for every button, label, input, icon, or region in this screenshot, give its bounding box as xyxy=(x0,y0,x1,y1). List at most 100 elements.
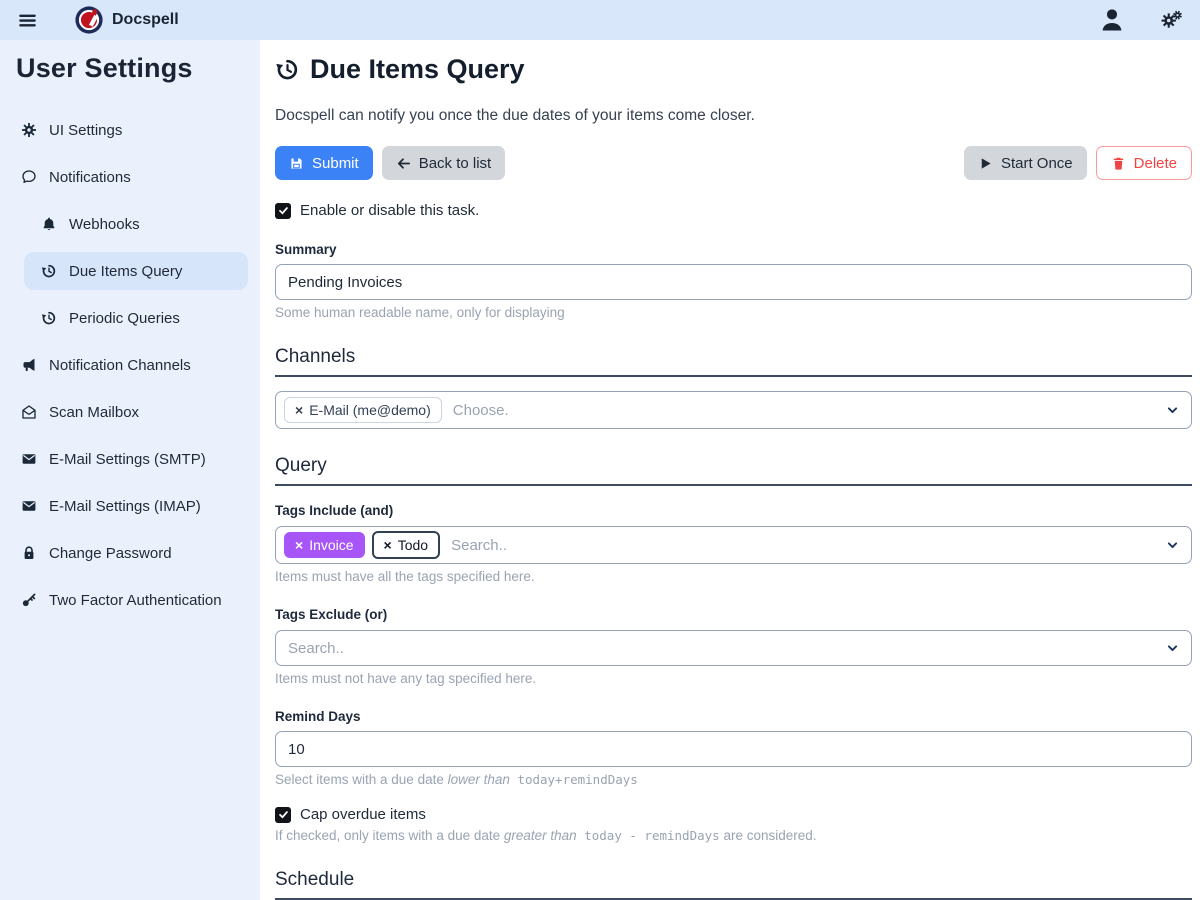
brand-name: Docspell xyxy=(112,11,179,29)
sidebar-item-two-factor-auth[interactable]: Two Factor Authentication xyxy=(0,581,248,619)
remove-chip-icon[interactable]: × xyxy=(295,537,303,553)
sidebar-item-label: Notifications xyxy=(49,169,131,186)
remind-days-label: Remind Days xyxy=(275,709,1192,724)
summary-label: Summary xyxy=(275,242,1192,257)
bell-icon xyxy=(40,215,58,233)
tags-include-helper: Items must have all the tags specified h… xyxy=(275,569,1192,584)
main-content: Due Items Query Docspell can notify you … xyxy=(260,40,1200,900)
sidebar-item-due-items-query[interactable]: Due Items Query xyxy=(24,252,248,290)
delete-button[interactable]: Delete xyxy=(1096,146,1192,180)
tags-exclude-select[interactable]: Search.. xyxy=(275,630,1192,666)
cap-overdue-label: Cap overdue items xyxy=(300,806,426,823)
tag-chip-todo[interactable]: × Todo xyxy=(372,531,441,559)
schedule-section-title: Schedule xyxy=(275,869,1192,900)
channel-chip[interactable]: × E-Mail (me@demo) xyxy=(284,397,442,423)
tags-exclude-helper: Items must not have any tag specified he… xyxy=(275,671,1192,686)
sidebar-item-email-settings-imap[interactable]: E-Mail Settings (IMAP) xyxy=(0,487,248,525)
lock-icon xyxy=(20,544,38,562)
enable-task-label: Enable or disable this task. xyxy=(300,202,479,219)
channels-select[interactable]: × E-Mail (me@demo) Choose. xyxy=(275,391,1192,429)
back-to-list-button[interactable]: Back to list xyxy=(382,146,506,180)
sidebar-item-label: E-Mail Settings (IMAP) xyxy=(49,498,201,515)
tags-include-select[interactable]: × Invoice × Todo Search.. xyxy=(275,526,1192,564)
remind-days-helper: Select items with a due date lower than … xyxy=(275,772,1192,787)
history-icon xyxy=(40,262,58,280)
sidebar-item-webhooks[interactable]: Webhooks xyxy=(0,205,248,243)
sidebar-item-email-settings-smtp[interactable]: E-Mail Settings (SMTP) xyxy=(0,440,248,478)
tag-chip-label: Todo xyxy=(398,537,428,553)
sidebar-nav: UI Settings Notifications Webhooks Due I… xyxy=(0,94,260,619)
tag-chip-invoice[interactable]: × Invoice xyxy=(284,532,365,558)
toolbar: Submit Back to list Start Once Delete xyxy=(275,146,1192,180)
user-settings-sidebar: User Settings UI Settings Notifications … xyxy=(0,40,260,900)
check-icon xyxy=(278,205,289,216)
top-bar: Docspell xyxy=(0,0,1200,40)
hamburger-menu-icon[interactable] xyxy=(14,7,40,33)
save-icon xyxy=(289,156,304,171)
tag-chip-label: Invoice xyxy=(309,537,353,553)
history-icon xyxy=(40,309,58,327)
channel-chip-label: E-Mail (me@demo) xyxy=(309,402,431,418)
page-description: Docspell can notify you once the due dat… xyxy=(275,107,1192,125)
sidebar-item-label: Webhooks xyxy=(69,216,140,233)
sidebar-item-label: E-Mail Settings (SMTP) xyxy=(49,451,206,468)
sidebar-item-periodic-queries[interactable]: Periodic Queries xyxy=(0,299,248,337)
page-title: Due Items Query xyxy=(275,54,1192,85)
sidebar-title: User Settings xyxy=(0,40,260,94)
chevron-down-icon[interactable] xyxy=(1166,539,1179,552)
play-icon xyxy=(978,156,993,171)
trash-icon xyxy=(1111,156,1126,171)
query-section-title: Query xyxy=(275,455,1192,486)
tags-exclude-placeholder: Search.. xyxy=(284,640,344,657)
submit-button[interactable]: Submit xyxy=(275,146,373,180)
sidebar-item-scan-mailbox[interactable]: Scan Mailbox xyxy=(0,393,248,431)
page-title-text: Due Items Query xyxy=(310,54,525,85)
sidebar-item-label: Two Factor Authentication xyxy=(49,592,222,609)
envelope-icon xyxy=(20,497,38,515)
start-once-label: Start Once xyxy=(1001,155,1073,172)
remove-chip-icon[interactable]: × xyxy=(384,537,392,553)
cap-overdue-checkbox[interactable] xyxy=(275,807,291,823)
comment-icon xyxy=(20,168,38,186)
sidebar-item-ui-settings[interactable]: UI Settings xyxy=(0,111,248,149)
summary-helper: Some human readable name, only for displ… xyxy=(275,305,1192,320)
tags-include-placeholder: Search.. xyxy=(447,537,507,554)
enable-task-checkbox-row[interactable]: Enable or disable this task. xyxy=(275,202,1192,219)
check-icon xyxy=(278,809,289,820)
sidebar-item-label: Periodic Queries xyxy=(69,310,180,327)
envelope-open-icon xyxy=(20,403,38,421)
sidebar-item-label: Notification Channels xyxy=(49,357,191,374)
chevron-down-icon[interactable] xyxy=(1166,642,1179,655)
sidebar-item-label: UI Settings xyxy=(49,122,122,139)
gears-settings-icon[interactable] xyxy=(1158,6,1186,34)
sidebar-item-notifications[interactable]: Notifications xyxy=(0,158,248,196)
tags-exclude-label: Tags Exclude (or) xyxy=(275,607,1192,622)
app-logo[interactable]: Docspell xyxy=(74,5,179,35)
sidebar-item-label: Due Items Query xyxy=(69,263,182,280)
envelope-icon xyxy=(20,450,38,468)
gear-icon xyxy=(20,121,38,139)
sidebar-item-label: Change Password xyxy=(49,545,172,562)
history-icon xyxy=(275,57,300,82)
bullhorn-icon xyxy=(20,356,38,374)
user-account-icon[interactable] xyxy=(1098,6,1126,34)
remove-chip-icon[interactable]: × xyxy=(295,402,303,418)
remind-days-input[interactable]: 10 xyxy=(275,731,1192,767)
summary-input[interactable]: Pending Invoices xyxy=(275,264,1192,300)
back-to-list-label: Back to list xyxy=(419,155,492,172)
arrow-left-icon xyxy=(396,156,411,171)
tags-include-label: Tags Include (and) xyxy=(275,503,1192,518)
channels-placeholder: Choose. xyxy=(449,402,509,419)
docspell-logo-icon xyxy=(74,5,104,35)
chevron-down-icon[interactable] xyxy=(1166,404,1179,417)
channels-section-title: Channels xyxy=(275,346,1192,377)
delete-label: Delete xyxy=(1134,155,1177,172)
cap-overdue-checkbox-row[interactable]: Cap overdue items xyxy=(275,806,1192,823)
enable-task-checkbox[interactable] xyxy=(275,203,291,219)
start-once-button[interactable]: Start Once xyxy=(964,146,1087,180)
sidebar-item-change-password[interactable]: Change Password xyxy=(0,534,248,572)
submit-label: Submit xyxy=(312,155,359,172)
key-icon xyxy=(20,591,38,609)
sidebar-item-notification-channels[interactable]: Notification Channels xyxy=(0,346,248,384)
cap-overdue-helper: If checked, only items with a due date g… xyxy=(275,828,1192,843)
